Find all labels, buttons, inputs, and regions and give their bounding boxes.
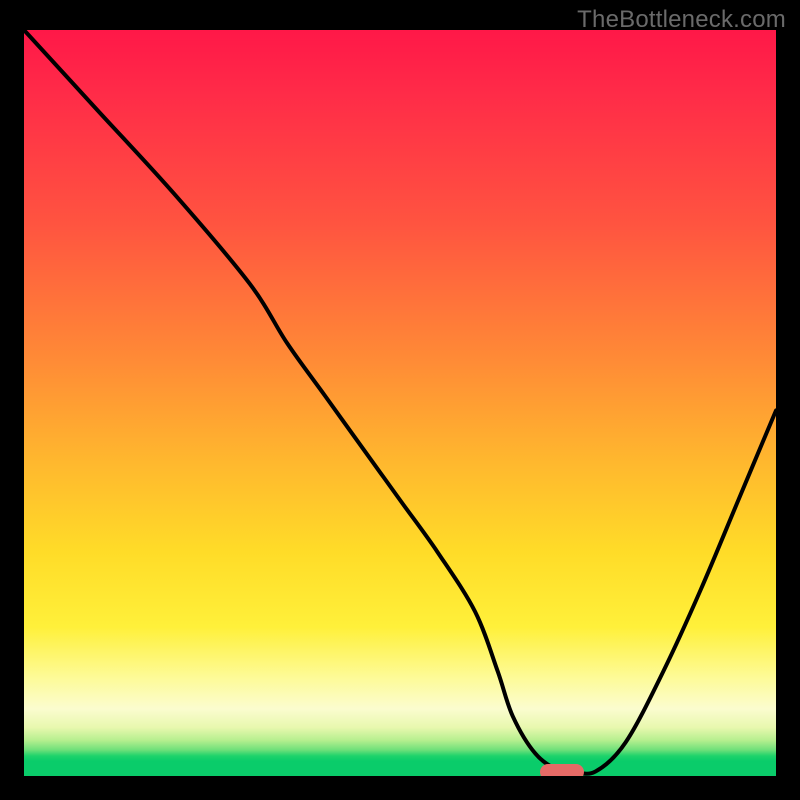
- chart-frame: TheBottleneck.com: [0, 0, 800, 800]
- plot-area: [24, 30, 776, 776]
- bottleneck-curve: [24, 30, 776, 776]
- valley-marker: [540, 764, 584, 776]
- curve-path: [24, 30, 776, 774]
